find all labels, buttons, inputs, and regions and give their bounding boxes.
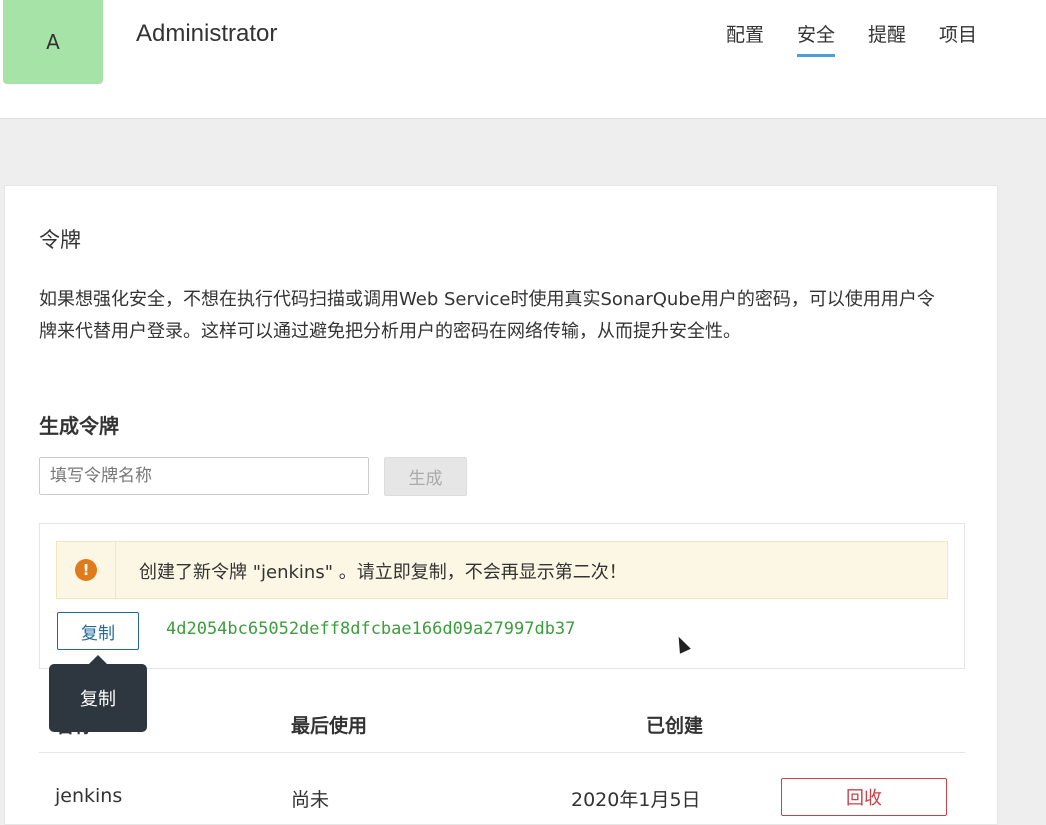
- nav-item-config[interactable]: 配置: [726, 20, 764, 57]
- avatar-letter: A: [46, 30, 60, 54]
- token-row-created: 2020年1月5日: [571, 789, 701, 811]
- nav-item-projects[interactable]: 项目: [939, 20, 977, 57]
- tokens-card: 令牌 如果想强化安全，不想在执行代码扫描或调用Web Service时使用真实S…: [4, 185, 998, 825]
- generate-button[interactable]: 生成: [384, 457, 467, 496]
- username: Administrator: [136, 20, 278, 47]
- top-header: A Administrator 配置 安全 提醒 项目: [0, 0, 1046, 119]
- tooltip-text: 复制: [80, 689, 116, 710]
- account-nav: 配置 安全 提醒 项目: [726, 20, 1010, 57]
- column-header-last-used: 最后使用: [291, 715, 368, 737]
- warning-alert: ! 创建了新令牌 "jenkins" 。请立即复制，不会再显示第二次！: [56, 541, 948, 599]
- nav-item-notifications[interactable]: 提醒: [868, 20, 906, 57]
- tooltip-arrow: [89, 655, 107, 664]
- token-row-last-used: 尚未: [291, 789, 330, 811]
- alert-text: 创建了新令牌 "jenkins" 。请立即复制，不会再显示第二次！: [139, 562, 627, 583]
- nav-item-security[interactable]: 安全: [797, 20, 836, 57]
- alert-icon-box: !: [57, 542, 116, 598]
- revoke-button[interactable]: 回收: [781, 778, 947, 816]
- avatar: A: [3, 0, 103, 84]
- section-title: 令牌: [39, 228, 81, 252]
- section-description: 如果想强化安全，不想在执行代码扫描或调用Web Service时使用真实Sona…: [39, 289, 935, 342]
- generate-title: 生成令牌: [39, 414, 119, 438]
- warning-icon: !: [75, 559, 97, 581]
- column-header-created: 已创建: [646, 715, 704, 737]
- token-name-input[interactable]: [39, 457, 369, 495]
- copy-tooltip: 复制: [49, 664, 147, 732]
- new-token-box: ! 创建了新令牌 "jenkins" 。请立即复制，不会再显示第二次！ 复制 4…: [39, 523, 965, 669]
- token-value: 4d2054bc65052deff8dfcbae166d09a27997db37: [166, 619, 576, 639]
- mouse-cursor-icon: [673, 634, 691, 654]
- table-divider: [39, 752, 965, 753]
- copy-button[interactable]: 复制: [57, 612, 139, 650]
- token-row-name: jenkins: [55, 785, 123, 807]
